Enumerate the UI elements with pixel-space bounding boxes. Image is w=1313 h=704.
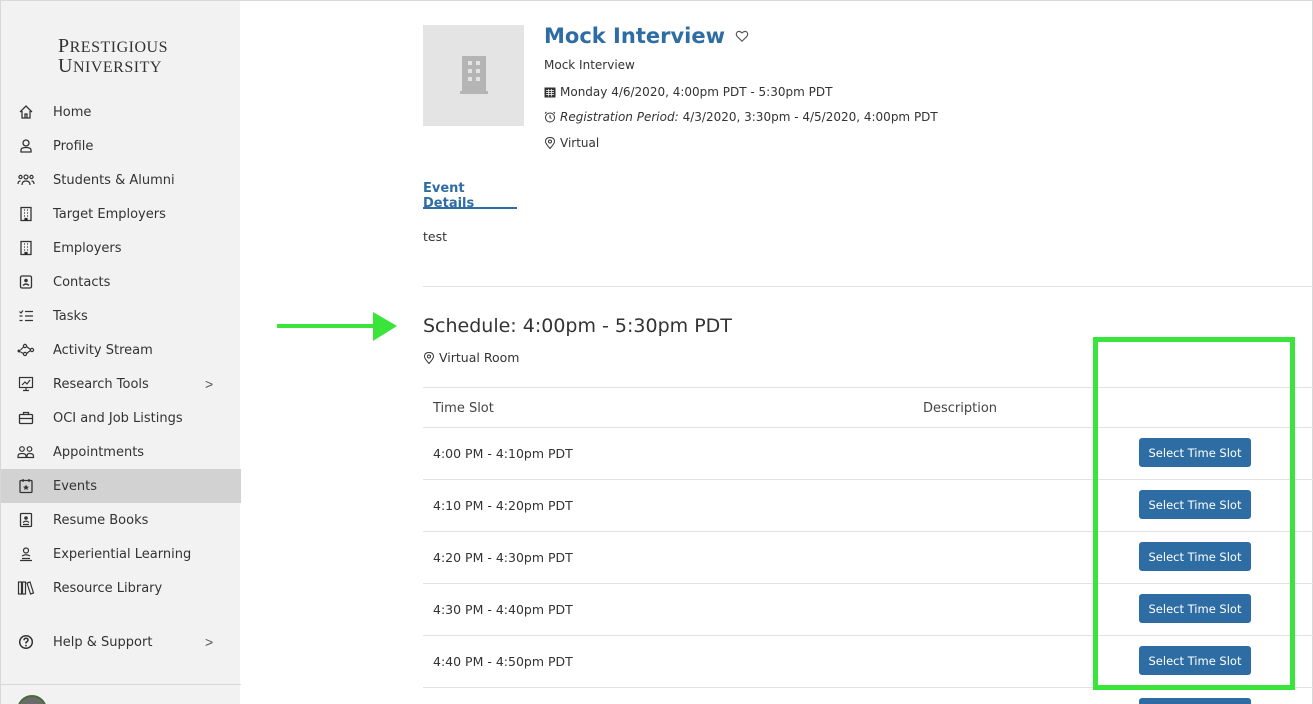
heart-icon[interactable]	[735, 29, 749, 43]
time-slot: 4:40 PM - 4:50pm PDT	[433, 654, 573, 669]
schedule-title: Schedule: 4:00pm - 5:30pm PDT	[423, 315, 732, 337]
event-title: Mock Interview	[544, 24, 725, 48]
sidebar-divider	[1, 684, 241, 685]
university-logo[interactable]: PRESTIGIOUS UNIVERSITY	[58, 35, 188, 77]
sidebar-item-profile[interactable]: Profile	[1, 129, 241, 163]
sidebar-item-label: Profile	[53, 138, 94, 154]
chevron-right-icon: >	[205, 376, 214, 392]
sidebar-item-label: Students & Alumni	[53, 172, 175, 188]
event-registration-row: Registration Period: 4/3/2020, 3:30pm - …	[544, 110, 938, 124]
building-icon	[459, 55, 488, 94]
chart-icon	[17, 375, 35, 393]
learning-icon	[17, 545, 35, 563]
location-pin-icon	[423, 351, 435, 364]
alarm-clock-icon	[544, 111, 556, 123]
sidebar-item-label: Activity Stream	[53, 342, 153, 358]
event-subtitle-row: Mock Interview	[544, 58, 635, 72]
sidebar-item-resource-library[interactable]: Resource Library	[1, 571, 241, 605]
sidebar-item-label: Employers	[53, 240, 122, 256]
registration-value: 4/3/2020, 3:30pm - 4/5/2020, 4:00pm PDT	[682, 110, 938, 124]
sidebar-item-research-tools[interactable]: Research Tools >	[1, 367, 241, 401]
user-icon	[17, 137, 35, 155]
time-slot: 4:10 PM - 4:20pm PDT	[433, 498, 573, 513]
sidebar-item-label: Tasks	[53, 308, 88, 324]
checklist-icon	[17, 307, 35, 325]
sidebar-item-label: Appointments	[53, 444, 145, 460]
calendar-star-icon	[17, 477, 35, 495]
column-header-time-slot: Time Slot	[433, 401, 494, 416]
sidebar: PRESTIGIOUS UNIVERSITY Home Profile Stud…	[0, 0, 241, 704]
calendar-icon	[544, 86, 556, 98]
tab-event-details[interactable]: Event Details	[423, 178, 517, 211]
sidebar-item-contacts[interactable]: Contacts	[1, 265, 241, 299]
column-header-description: Description	[923, 401, 998, 416]
sidebar-item-appointments[interactable]: Appointments	[1, 435, 241, 469]
event-datetime: Monday 4/6/2020, 4:00pm PDT - 5:30pm PDT	[560, 85, 833, 99]
sidebar-item-label: Target Employers	[53, 206, 166, 222]
time-slot: 4:20 PM - 4:30pm PDT	[433, 550, 573, 565]
sidebar-item-events[interactable]: Events	[1, 469, 241, 503]
sidebar-item-activity-stream[interactable]: Activity Stream	[1, 333, 241, 367]
sidebar-item-label: OCI and Job Listings	[53, 410, 183, 426]
sidebar-item-oci-job-listings[interactable]: OCI and Job Listings	[1, 401, 241, 435]
sidebar-item-label: Home	[53, 104, 92, 120]
home-icon	[17, 103, 35, 121]
users-icon	[17, 171, 35, 189]
time-slot: 4:30 PM - 4:40pm PDT	[433, 602, 573, 617]
brand-line-2: UNIVERSITY	[58, 55, 162, 77]
sidebar-item-help-support[interactable]: Help & Support >	[1, 625, 241, 659]
event-location-row: Virtual	[544, 136, 599, 150]
registration-label: Registration Period:	[560, 110, 679, 124]
sidebar-item-experiential-learning[interactable]: Experiential Learning	[1, 537, 241, 571]
sidebar-item-label: Contacts	[53, 274, 111, 290]
schedule-room: Virtual Room	[439, 350, 520, 365]
time-slot: 4:00 PM - 4:10pm PDT	[433, 446, 573, 461]
resume-icon	[17, 511, 35, 529]
sidebar-item-label: Experiential Learning	[53, 546, 192, 562]
briefcase-icon	[17, 409, 35, 427]
select-time-slot-button[interactable]	[1139, 698, 1251, 704]
event-image	[423, 25, 524, 126]
building-icon	[17, 239, 35, 257]
schedule-room-row: Virtual Room	[423, 350, 519, 365]
event-title-row: Mock Interview	[544, 24, 749, 48]
network-icon	[17, 341, 35, 359]
location-pin-icon	[544, 137, 556, 149]
sidebar-item-label: Resume Books	[53, 512, 149, 528]
sidebar-item-employers[interactable]: Employers	[1, 231, 241, 265]
sidebar-item-tasks[interactable]: Tasks	[1, 299, 241, 333]
event-datetime-row: Monday 4/6/2020, 4:00pm PDT - 5:30pm PDT	[544, 85, 832, 99]
sidebar-item-label: Resource Library	[53, 580, 163, 596]
event-location: Virtual	[560, 136, 600, 150]
chevron-right-icon: >	[205, 634, 214, 650]
avatar[interactable]	[17, 695, 47, 704]
help-icon	[17, 633, 35, 651]
annotation-highlight-box	[1093, 337, 1295, 690]
building-icon	[17, 205, 35, 223]
sidebar-item-target-employers[interactable]: Target Employers	[1, 197, 241, 231]
event-description: test	[423, 229, 448, 244]
sidebar-item-home[interactable]: Home	[1, 95, 241, 129]
sidebar-item-students-alumni[interactable]: Students & Alumni	[1, 163, 241, 197]
event-subtitle: Mock Interview	[544, 58, 635, 72]
annotation-arrow-icon	[277, 312, 397, 341]
sidebar-item-resume-books[interactable]: Resume Books	[1, 503, 241, 537]
library-icon	[17, 579, 35, 597]
sidebar-item-label: Events	[53, 478, 98, 494]
contact-card-icon	[17, 273, 35, 291]
sidebar-item-label: Research Tools	[53, 376, 149, 392]
brand-line-1: PRESTIGIOUS	[58, 35, 168, 57]
sidebar-item-label: Help & Support	[53, 634, 153, 650]
divider	[240, 0, 1313, 1]
divider	[423, 286, 1313, 287]
people-icon	[17, 443, 35, 461]
